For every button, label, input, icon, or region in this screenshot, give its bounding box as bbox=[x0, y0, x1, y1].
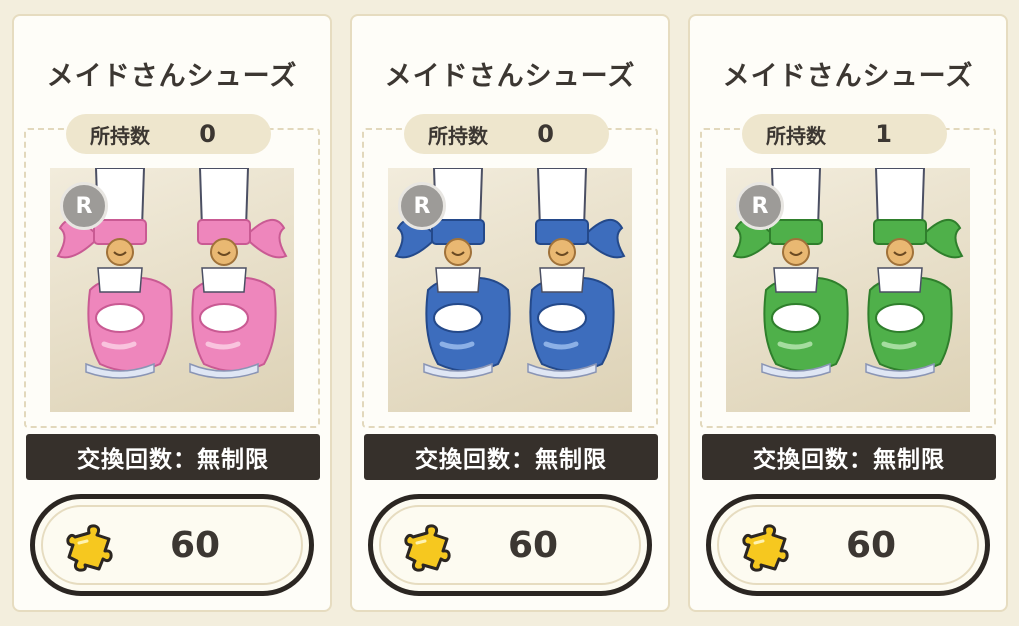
owned-label: 所持数 bbox=[766, 123, 826, 148]
exchange-limit-bar: 交換回数：無制限 bbox=[26, 434, 320, 480]
exchange-button[interactable]: 60 bbox=[706, 494, 990, 596]
price-value: 60 bbox=[507, 524, 559, 566]
rarity-badge: R bbox=[60, 182, 108, 230]
owned-count-pill: 所持数 0 bbox=[404, 114, 609, 154]
item-image: R bbox=[50, 168, 294, 412]
owned-count: 0 bbox=[537, 120, 554, 148]
shop-item-card[interactable]: メイドさんシューズ 所持数 0 R 交換回数：無制限 60 bbox=[12, 14, 332, 612]
exchange-button[interactable]: 60 bbox=[30, 494, 314, 596]
exchange-button[interactable]: 60 bbox=[368, 494, 652, 596]
item-image: R bbox=[388, 168, 632, 412]
price-value: 60 bbox=[169, 524, 221, 566]
owned-count: 0 bbox=[199, 120, 216, 148]
item-title: メイドさんシューズ bbox=[46, 61, 298, 92]
owned-count-pill: 所持数 0 bbox=[66, 114, 271, 154]
exchange-limit-bar: 交換回数：無制限 bbox=[702, 434, 996, 480]
exchange-limit-bar: 交換回数：無制限 bbox=[364, 434, 658, 480]
rarity-badge: R bbox=[736, 182, 784, 230]
owned-label: 所持数 bbox=[90, 123, 150, 148]
puzzle-piece-icon bbox=[66, 524, 113, 572]
item-image: R bbox=[726, 168, 970, 412]
owned-count-pill: 所持数 1 bbox=[742, 114, 947, 154]
owned-label: 所持数 bbox=[428, 123, 488, 148]
shop-item-card[interactable]: メイドさんシューズ 所持数 1 R 交換回数：無制限 60 bbox=[688, 14, 1008, 612]
item-title: メイドさんシューズ bbox=[384, 61, 636, 92]
puzzle-piece-icon bbox=[404, 524, 451, 572]
item-title: メイドさんシューズ bbox=[722, 61, 974, 92]
rarity-badge: R bbox=[398, 182, 446, 230]
price-value: 60 bbox=[845, 524, 897, 566]
owned-count: 1 bbox=[875, 120, 892, 148]
shop-item-card[interactable]: メイドさんシューズ 所持数 0 R 交換回数：無制限 60 bbox=[350, 14, 670, 612]
puzzle-piece-icon bbox=[742, 524, 789, 572]
